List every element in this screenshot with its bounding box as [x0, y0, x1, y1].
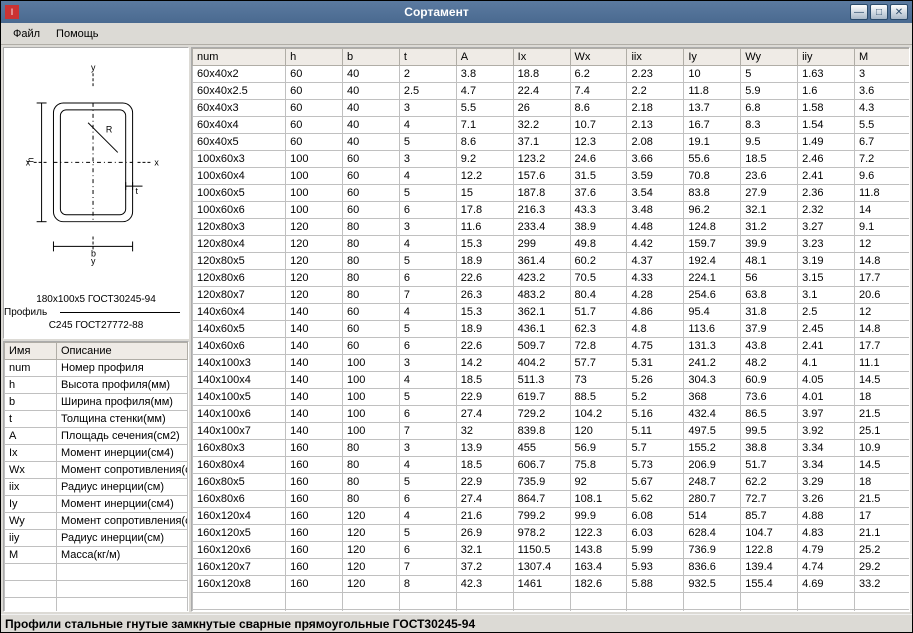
- profile-caption: Профиль: [4, 306, 47, 319]
- table-row[interactable]: 140x60x614060622.6509.772.84.75131.343.8…: [193, 338, 911, 355]
- desc-row[interactable]: iixРадиус инерции(см): [5, 479, 188, 496]
- col-header[interactable]: num: [193, 49, 286, 66]
- table-row[interactable]: 160x120x4160120421.6799.299.96.0851485.7…: [193, 508, 911, 525]
- svg-text:t: t: [136, 186, 139, 196]
- table-row[interactable]: 160x80x616080627.4864.7108.15.62280.772.…: [193, 491, 911, 508]
- desc-header[interactable]: Описание: [57, 343, 188, 360]
- desc-row-empty: [5, 564, 188, 581]
- table-row-empty: [193, 593, 911, 610]
- status-text: Профили стальные гнутые замкнутые сварны…: [5, 617, 475, 631]
- table-row[interactable]: 100x60x410060412.2157.631.53.5970.823.62…: [193, 168, 911, 185]
- col-header[interactable]: Wx: [570, 49, 627, 66]
- app-icon: I: [5, 5, 19, 19]
- col-header[interactable]: A: [456, 49, 513, 66]
- desc-row[interactable]: tТолщина стенки(мм): [5, 411, 188, 428]
- main-table[interactable]: numhbtAIxWxiixIyWyiiyM60x40x2604023.818.…: [191, 47, 910, 612]
- profile-spec-top: 180x100x5 ГОСТ30245-94: [36, 294, 156, 305]
- maximize-button[interactable]: □: [870, 4, 888, 20]
- col-header[interactable]: h: [286, 49, 343, 66]
- table-row[interactable]: 140x60x514060518.9436.162.34.8113.637.92…: [193, 321, 911, 338]
- desc-row[interactable]: numНомер профиля: [5, 360, 188, 377]
- table-row[interactable]: 160x120x5160120526.9978.2122.36.03628.41…: [193, 525, 911, 542]
- content-area: y y x x b h t R 180x100x5 ГОСТ30245-94 П…: [1, 45, 912, 614]
- table-row[interactable]: 160x80x516080522.9735.9925.67248.762.23.…: [193, 474, 911, 491]
- table-row[interactable]: 60x40x4604047.132.210.72.1316.78.31.545.…: [193, 117, 911, 134]
- table-row[interactable]: 160x120x6160120632.11150.5143.85.99736.9…: [193, 542, 911, 559]
- svg-text:b: b: [91, 248, 96, 258]
- desc-row[interactable]: hВысота профиля(мм): [5, 377, 188, 394]
- desc-row[interactable]: AПлощадь сечения(см2): [5, 428, 188, 445]
- left-pane: y y x x b h t R 180x100x5 ГОСТ30245-94 П…: [3, 47, 189, 612]
- titlebar[interactable]: I Сортамент — □ ✕: [1, 1, 912, 23]
- table-row[interactable]: 120x80x312080311.6233.438.94.48124.831.2…: [193, 219, 911, 236]
- table-row[interactable]: 60x40x2604023.818.86.22.231051.633: [193, 66, 911, 83]
- desc-row-empty: [5, 581, 188, 598]
- app-window: I Сортамент — □ ✕ Файл Помощь: [0, 0, 913, 633]
- description-table[interactable]: ИмяОписаниеnumНомер профиляhВысота профи…: [3, 341, 189, 612]
- table-row[interactable]: 140x100x6140100627.4729.2104.25.16432.48…: [193, 406, 911, 423]
- table-row[interactable]: 160x80x316080313.945556.95.7155.238.83.3…: [193, 440, 911, 457]
- menu-help[interactable]: Помощь: [48, 26, 107, 42]
- col-header[interactable]: t: [399, 49, 456, 66]
- table-row[interactable]: 160x80x416080418.5606.775.85.73206.951.7…: [193, 457, 911, 474]
- col-header[interactable]: iix: [627, 49, 684, 66]
- table-row[interactable]: 60x40x5604058.637.112.32.0819.19.51.496.…: [193, 134, 911, 151]
- profile-spec-bot: С245 ГОСТ27772-88: [49, 320, 144, 331]
- menubar: Файл Помощь: [1, 23, 912, 45]
- table-row[interactable]: 60x40x2.560402.54.722.47.42.211.85.91.63…: [193, 83, 911, 100]
- desc-row[interactable]: WxМомент сопротивления(см3): [5, 462, 188, 479]
- col-header[interactable]: Wy: [741, 49, 798, 66]
- desc-row[interactable]: bШирина профиля(мм): [5, 394, 188, 411]
- table-row-empty: [193, 610, 911, 613]
- desc-row[interactable]: MМасса(кг/м): [5, 547, 188, 564]
- table-row[interactable]: 160x120x8160120842.31461182.65.88932.515…: [193, 576, 911, 593]
- desc-row[interactable]: IyМомент инерции(см4): [5, 496, 188, 513]
- desc-row[interactable]: WyМомент сопротивления(см3): [5, 513, 188, 530]
- table-row[interactable]: 60x40x3604035.5268.62.1813.76.81.584.3: [193, 100, 911, 117]
- desc-header[interactable]: Имя: [5, 343, 57, 360]
- table-row[interactable]: 140x100x3140100314.2404.257.75.31241.248…: [193, 355, 911, 372]
- table-row[interactable]: 160x120x7160120737.21307.4163.45.93836.6…: [193, 559, 911, 576]
- table-row[interactable]: 140x60x414060415.3362.151.74.8695.431.82…: [193, 304, 911, 321]
- table-row[interactable]: 100x60x31006039.2123.224.63.6655.618.52.…: [193, 151, 911, 168]
- col-header[interactable]: iiy: [798, 49, 855, 66]
- svg-text:h: h: [26, 157, 36, 162]
- table-row[interactable]: 120x80x412080415.329949.84.42159.739.93.…: [193, 236, 911, 253]
- table-row[interactable]: 140x100x4140100418.5511.3735.26304.360.9…: [193, 372, 911, 389]
- col-header[interactable]: M: [855, 49, 911, 66]
- table-row[interactable]: 140x100x7140100732839.81205.11497.599.53…: [193, 423, 911, 440]
- table-row[interactable]: 140x100x5140100522.9619.788.55.236873.64…: [193, 389, 911, 406]
- minimize-button[interactable]: —: [850, 4, 868, 20]
- table-row[interactable]: 120x80x612080622.6423.270.54.33224.1563.…: [193, 270, 911, 287]
- col-header[interactable]: Iy: [684, 49, 741, 66]
- desc-row[interactable]: iiyРадиус инерции(см): [5, 530, 188, 547]
- profile-diagram: y y x x b h t R 180x100x5 ГОСТ30245-94 П…: [3, 47, 189, 339]
- svg-text:x: x: [154, 157, 159, 167]
- window-title: Сортамент: [25, 5, 848, 19]
- desc-row-empty: [5, 598, 188, 613]
- col-header[interactable]: Ix: [513, 49, 570, 66]
- svg-text:y: y: [91, 62, 96, 72]
- statusbar: Профили стальные гнутые замкнутые сварны…: [1, 614, 912, 632]
- table-row[interactable]: 100x60x510060515187.837.63.5483.827.92.3…: [193, 185, 911, 202]
- svg-text:R: R: [106, 125, 113, 135]
- col-header[interactable]: b: [342, 49, 399, 66]
- desc-row[interactable]: IxМомент инерции(см4): [5, 445, 188, 462]
- close-button[interactable]: ✕: [890, 4, 908, 20]
- table-row[interactable]: 120x80x512080518.9361.460.24.37192.448.1…: [193, 253, 911, 270]
- table-row[interactable]: 120x80x712080726.3483.280.44.28254.663.8…: [193, 287, 911, 304]
- menu-file[interactable]: Файл: [5, 26, 48, 42]
- table-row[interactable]: 100x60x610060617.8216.343.33.4896.232.12…: [193, 202, 911, 219]
